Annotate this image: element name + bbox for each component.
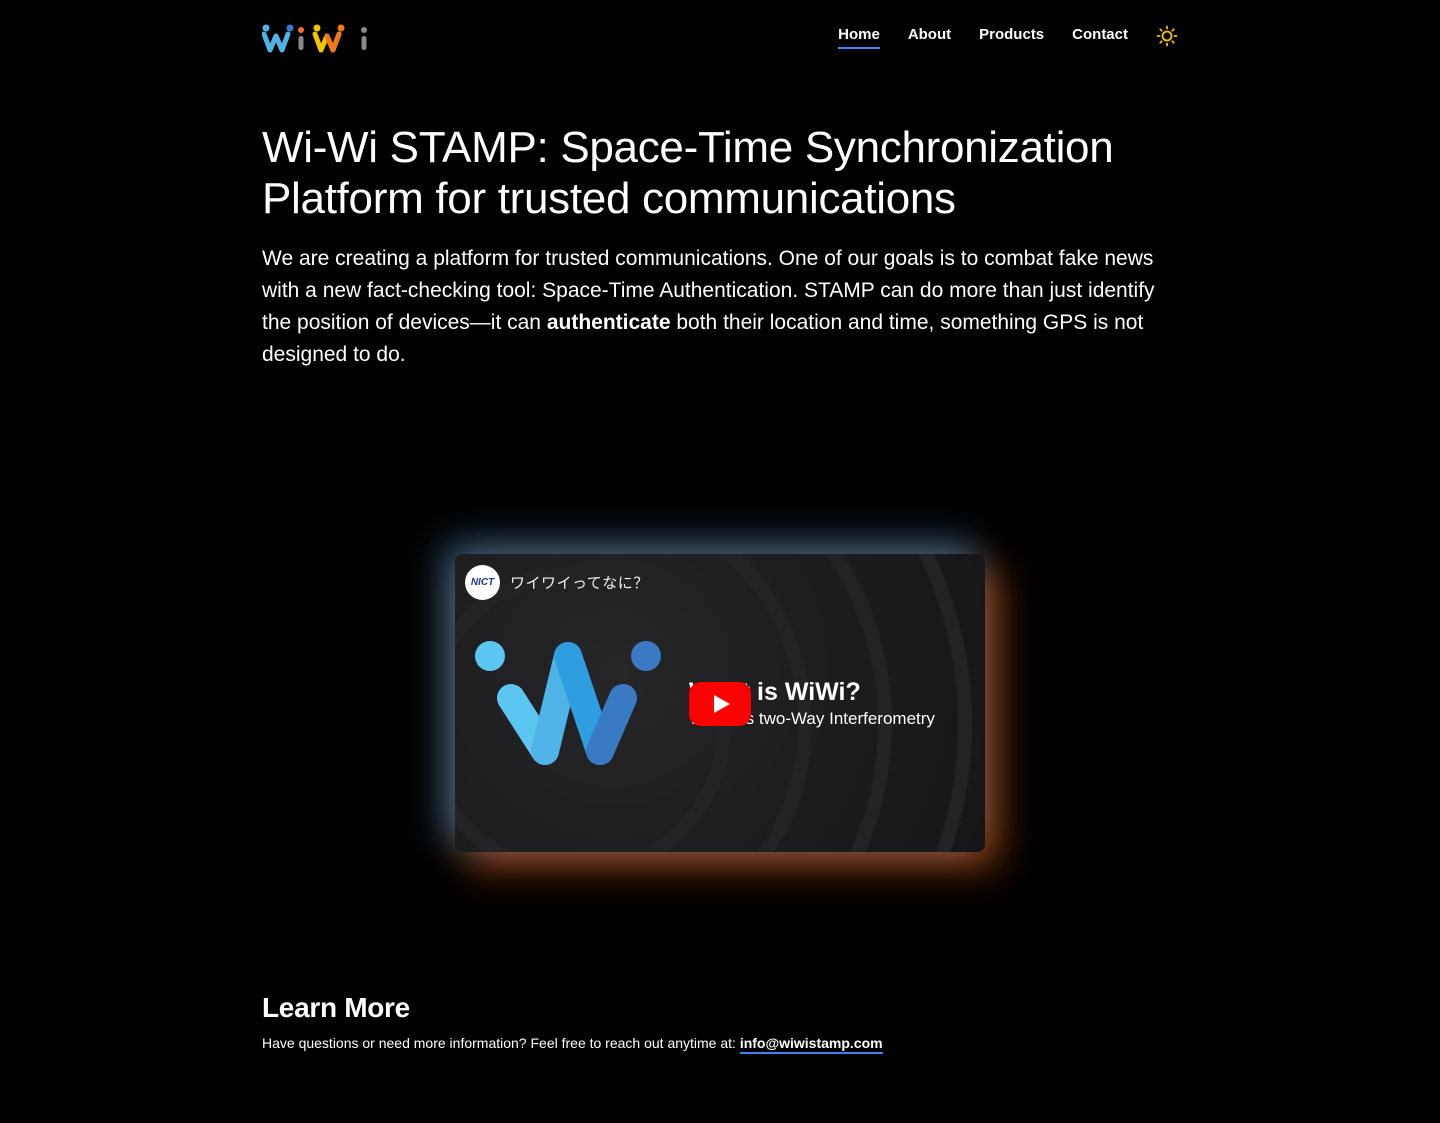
nav-products[interactable]: Products	[979, 26, 1044, 47]
page-title: Wi-Wi STAMP: Space-Time Synchronization …	[262, 123, 1114, 223]
wiwi-video-logo	[475, 641, 661, 765]
youtube-play-icon[interactable]	[689, 682, 751, 726]
video-title[interactable]: ワイワイってなに？	[510, 572, 649, 593]
nav-contact[interactable]: Contact	[1072, 26, 1128, 47]
email-link[interactable]: info@wiwistamp.com	[739, 1035, 883, 1054]
wiwi-logo[interactable]	[262, 19, 370, 53]
contact-prompt: Have questions or need more information?…	[262, 1035, 740, 1051]
channel-avatar[interactable]: NICT	[465, 565, 500, 600]
video-embed[interactable]: NICT ワイワイってなに？ What is WiWi? Wireless tw…	[455, 554, 985, 852]
main-nav: Home About Products Contact	[838, 25, 1178, 49]
nav-about[interactable]: About	[908, 26, 951, 47]
contact-text: Have questions or need more information?…	[262, 1035, 883, 1054]
intro-paragraph: We are creating a platform for trusted c…	[262, 243, 1182, 371]
intro-emphasis: authenticate	[546, 311, 671, 334]
nav-home[interactable]: Home	[838, 26, 880, 49]
site-header: Home About Products Contact	[262, 18, 1178, 54]
learn-more-heading: Learn More	[262, 992, 410, 1023]
sun-icon[interactable]	[1156, 25, 1178, 47]
